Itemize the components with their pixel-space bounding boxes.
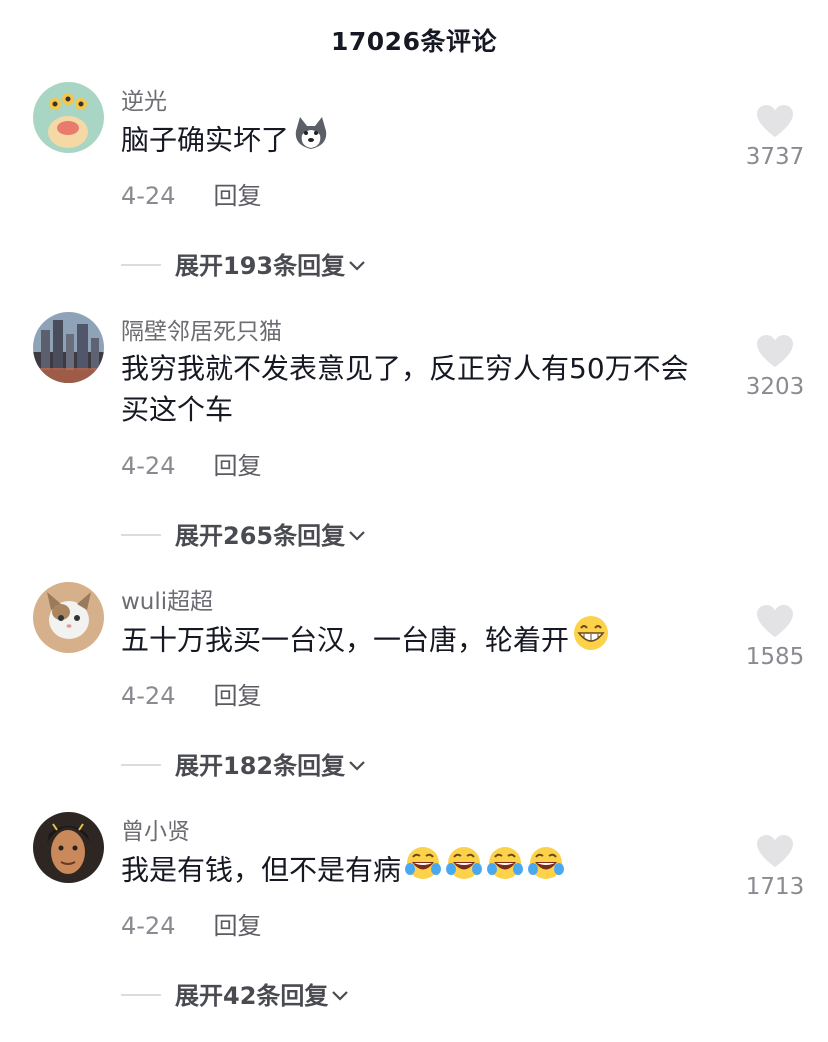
heart-icon: [757, 105, 793, 137]
comment-username[interactable]: wuli超超: [121, 582, 213, 616]
divider-line: [121, 764, 161, 766]
comment-text: 我是有钱，但不是有病: [121, 845, 721, 895]
grin-emoji: [572, 615, 610, 662]
avatar[interactable]: [33, 812, 104, 883]
comment-username[interactable]: 逆光: [121, 82, 167, 116]
like-button[interactable]: 3203: [740, 334, 810, 400]
rofl-emoji: [404, 845, 442, 892]
chevron-down-icon: [349, 261, 365, 271]
chevron-down-icon: [349, 761, 365, 771]
chevron-down-icon: [332, 991, 349, 1001]
heart-icon: [757, 835, 793, 867]
comment-item: 曾小贤 我是有钱，但不是有病 4-24 回复 1713 展开42条回复: [0, 812, 828, 1042]
reply-button[interactable]: 回复: [213, 682, 261, 710]
expand-replies-button[interactable]: 展开182条回复: [121, 746, 367, 781]
comment-item: 逆光 脑子确实坏了 4-24 回复 3737 展开193条回复: [0, 82, 828, 312]
like-count: 3737: [745, 144, 805, 170]
chevron-down-icon: [349, 531, 365, 541]
comment-text: 我穷我就不发表意见了，反正穷人有50万不会买这个车: [121, 352, 689, 426]
comment-date: 4-24: [121, 682, 176, 710]
comment-item: 隔壁邻居死只猫 我穷我就不发表意见了，反正穷人有50万不会买这个车 4-24 回复…: [0, 312, 828, 550]
like-count: 3203: [745, 374, 805, 400]
comment-username[interactable]: 隔壁邻居死只猫: [121, 312, 282, 346]
expand-replies-button[interactable]: 展开265条回复: [121, 516, 367, 551]
comment-date: 4-24: [121, 912, 176, 940]
heart-icon: [757, 335, 793, 367]
comment-meta: 4-24 回复: [121, 676, 261, 711]
like-count: 1585: [745, 644, 805, 670]
comment-meta: 4-24 回复: [121, 446, 261, 481]
divider-line: [121, 534, 161, 536]
comment-date: 4-24: [121, 452, 176, 480]
comment-text: 脑子确实坏了: [121, 115, 721, 165]
avatar[interactable]: [33, 582, 104, 653]
reply-button[interactable]: 回复: [213, 452, 261, 480]
comment-meta: 4-24 回复: [121, 176, 261, 211]
comment-text: 五十万我买一台汉，一台唐，轮着开: [121, 615, 721, 665]
comment-item: wuli超超 五十万我买一台汉，一台唐，轮着开 4-24 回复 1585 展开18…: [0, 582, 828, 812]
rofl-emoji: [445, 845, 483, 892]
rofl-emoji: [527, 845, 565, 892]
like-button[interactable]: 1713: [740, 834, 810, 900]
avatar[interactable]: [33, 82, 104, 153]
like-count: 1713: [745, 874, 805, 900]
heart-icon: [757, 605, 793, 637]
expand-replies-button[interactable]: 展开193条回复: [121, 246, 367, 281]
expand-replies-button[interactable]: 展开42条回复: [121, 976, 350, 1011]
comment-count-title: 17026条评论: [331, 27, 497, 56]
like-button[interactable]: 3737: [740, 104, 810, 170]
avatar[interactable]: [33, 312, 104, 383]
like-button[interactable]: 1585: [740, 604, 810, 670]
rofl-emoji: [486, 845, 524, 892]
husky-dog-emoji: [292, 115, 330, 162]
divider-line: [121, 994, 161, 996]
comment-date: 4-24: [121, 182, 176, 210]
reply-button[interactable]: 回复: [213, 182, 261, 210]
comment-username[interactable]: 曾小贤: [121, 812, 190, 846]
comment-meta: 4-24 回复: [121, 906, 261, 941]
divider-line: [121, 264, 161, 266]
reply-button[interactable]: 回复: [213, 912, 261, 940]
